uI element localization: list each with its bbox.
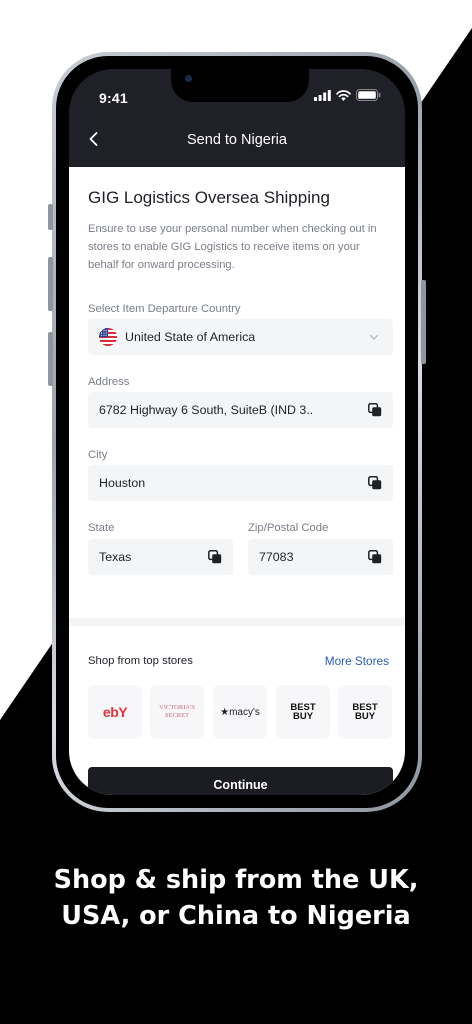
nav-title: Send to Nigeria [187,132,287,148]
store-victorias-secret[interactable]: VICTORIA'S SECRET [150,685,204,739]
country-label: Select Item Departure Country [88,303,241,315]
mute-switch [48,204,53,230]
shipping-form: GIG Logistics Oversea Shipping Ensure to… [69,167,405,795]
signal-icon [314,89,331,101]
promo-line-2: USA, or China to Nigeria [61,901,411,931]
dynamic-island [171,69,309,102]
city-value: Houston [99,476,146,490]
nav-bar: Send to Nigeria [69,113,405,167]
victorias-secret-logo: VICTORIA'S SECRET [159,704,195,719]
camera-dot [185,75,192,82]
store-ebay[interactable]: ebY [88,685,142,739]
zip-value: 77083 [259,550,294,564]
country-value: United State of America [125,330,256,344]
copy-icon[interactable] [368,403,382,417]
macys-logo: ★macy's [220,706,260,718]
volume-up-button [48,257,53,311]
zip-label: Zip/Postal Code [248,522,329,534]
promo-caption: Shop & ship from the UK, USA, or China t… [0,862,472,934]
status-time: 9:41 [99,90,128,106]
copy-icon[interactable] [208,550,222,564]
address-field[interactable]: 6782 Highway 6 South, SuiteB (IND 3.. [88,392,393,428]
battery-icon [356,89,381,101]
stores-label: Shop from top stores [88,655,193,667]
power-button [421,280,426,364]
store-macys[interactable]: ★macy's [213,685,267,739]
status-icons [314,89,381,101]
phone-bezel: 9:41 Send to Nigeria GIG Logistics Overs… [56,56,418,808]
zip-field[interactable]: 77083 [248,539,393,575]
promo-line-1: Shop & ship from the UK, [53,865,419,895]
city-label: City [88,449,108,461]
address-label: Address [88,376,130,388]
address-value: 6782 Highway 6 South, SuiteB (IND 3.. [99,403,314,417]
state-label: State [88,522,115,534]
store-best-buy-2[interactable]: BEST BUY [338,685,392,739]
page-title: GIG Logistics Oversea Shipping [88,188,330,207]
ebay-logo: ebY [102,704,128,720]
section-divider [69,618,405,626]
chevron-down-icon [369,334,379,340]
status-bar: 9:41 [69,69,405,113]
country-select[interactable]: United State of America [88,319,393,355]
page-description: Ensure to use your personal number when … [88,223,377,271]
city-field[interactable]: Houston [88,465,393,501]
phone-frame: 9:41 Send to Nigeria GIG Logistics Overs… [48,52,426,812]
phone-screen: 9:41 Send to Nigeria GIG Logistics Overs… [69,69,405,795]
volume-down-button [48,332,53,386]
store-best-buy[interactable]: BEST BUY [276,685,330,739]
state-field[interactable]: Texas [88,539,233,575]
copy-icon[interactable] [368,476,382,490]
wifi-icon [336,89,351,101]
best-buy-logo: BEST BUY [352,702,378,722]
continue-button[interactable]: Continue [88,767,393,795]
best-buy-logo: BEST BUY [290,702,316,722]
state-value: Texas [99,550,132,564]
us-flag-icon [99,328,117,346]
copy-icon[interactable] [368,550,382,564]
more-stores-link[interactable]: More Stores [325,654,389,668]
